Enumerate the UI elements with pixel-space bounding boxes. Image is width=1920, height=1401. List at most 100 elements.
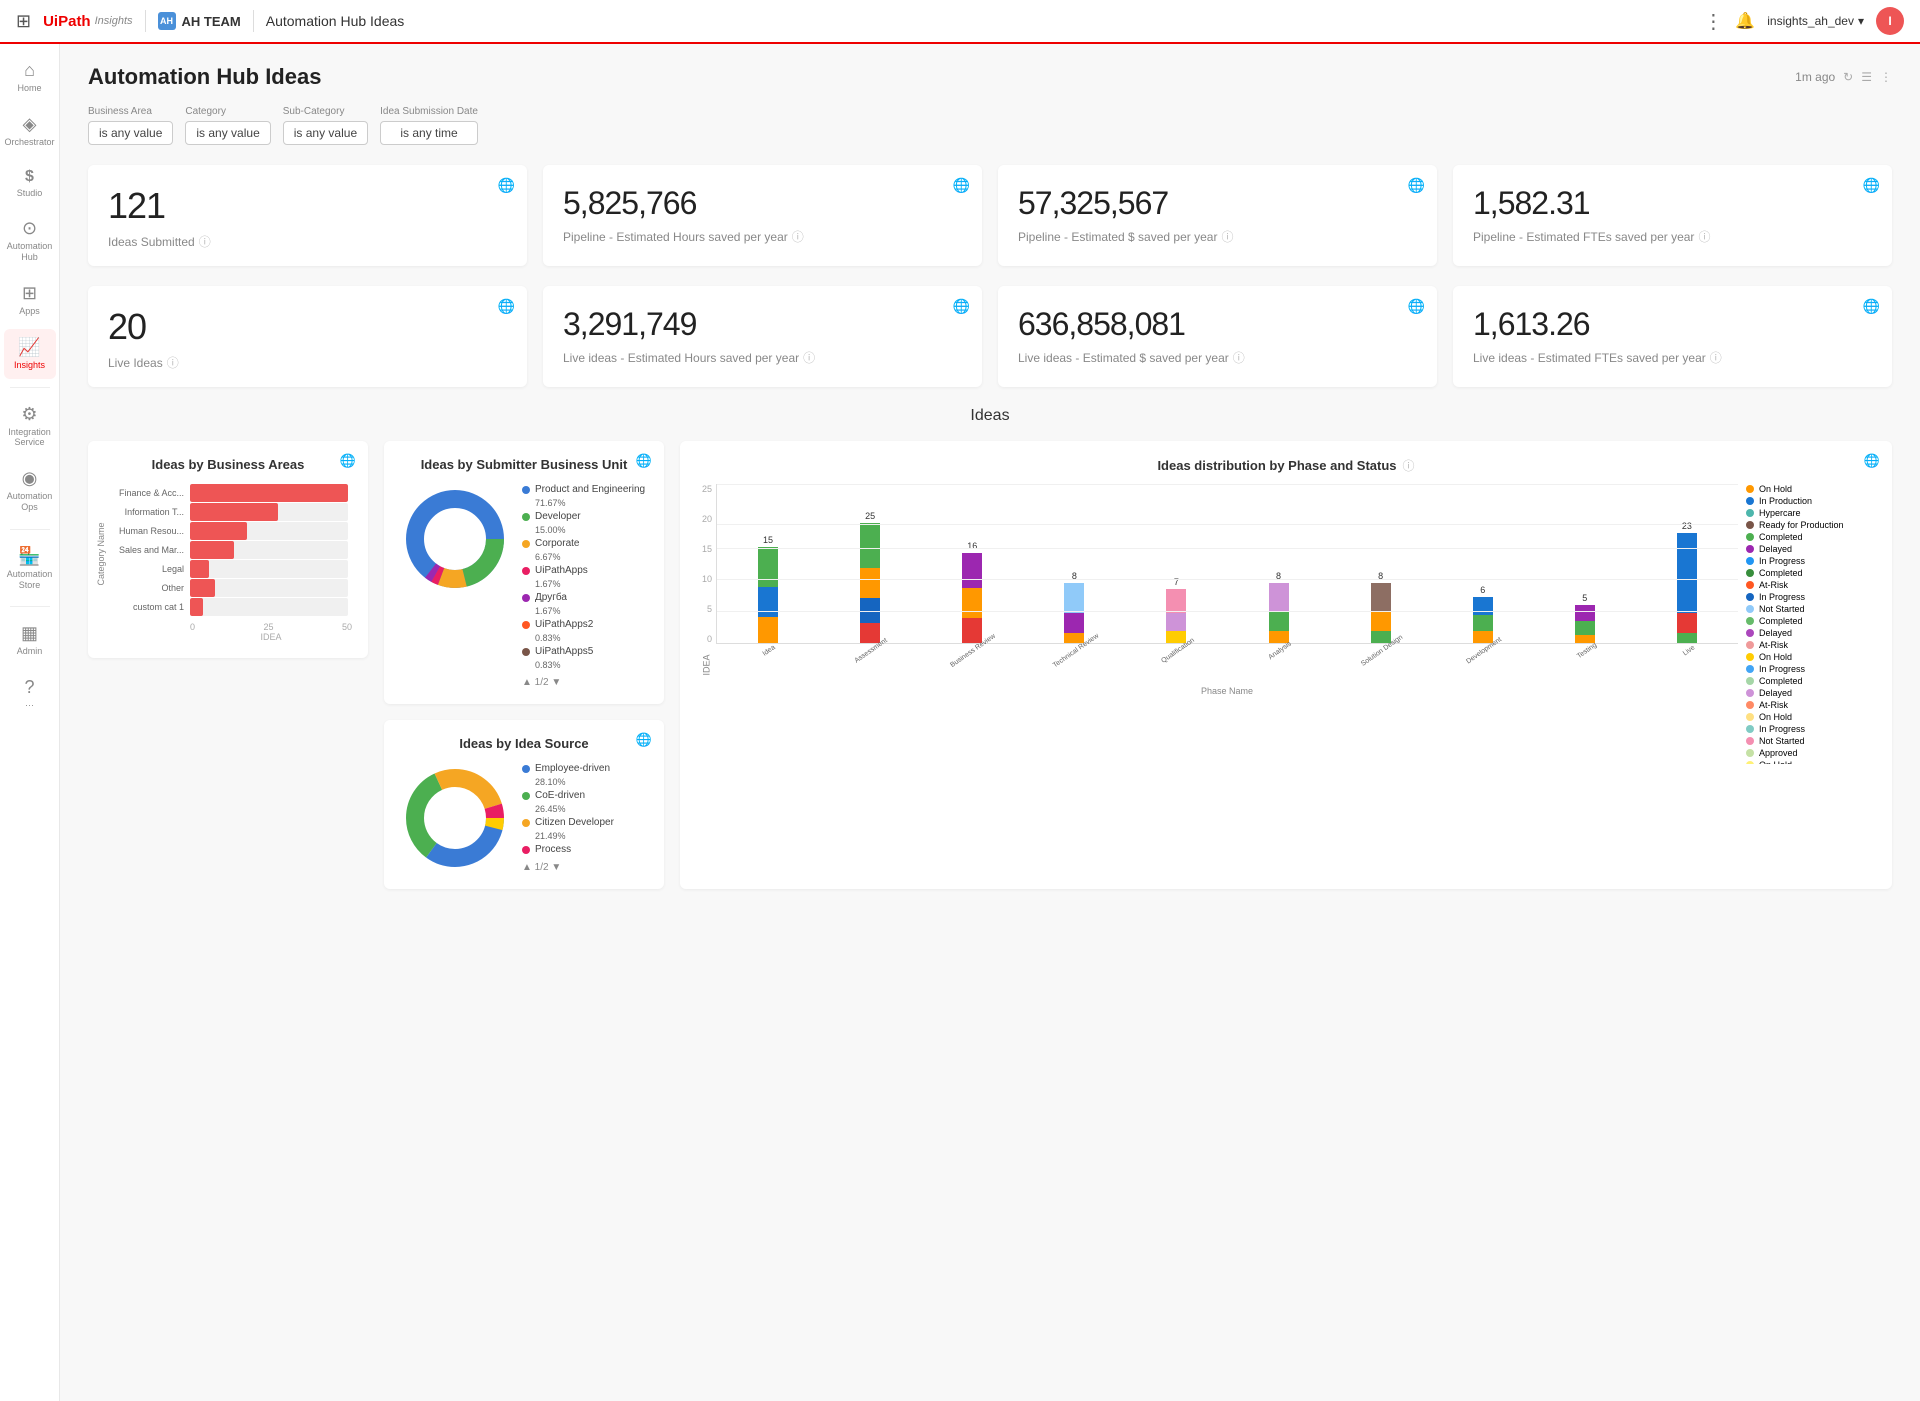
legend-label-completed-1: Completed — [1759, 532, 1803, 542]
sidebar-item-integration-service[interactable]: ⚙ Integration Service — [4, 396, 56, 457]
kpi-pipeline-ftes: 🌐 1,582.31 Pipeline - Estimated FTEs sav… — [1453, 165, 1892, 266]
last-updated: 1m ago — [1795, 70, 1835, 84]
y-20: 20 — [696, 514, 712, 524]
legend-label-at-risk-3: At-Risk — [1759, 700, 1788, 710]
submitter-pagination[interactable]: ▲ 1/2 ▼ — [522, 677, 645, 688]
bar-fill-legal — [190, 560, 209, 578]
legend-pct-uipathapps2: 0.83% — [522, 633, 645, 643]
phase-y-axis-label: IDEA — [702, 654, 712, 675]
topbar-chevron: ▾ — [1858, 14, 1864, 28]
bar-fill-it — [190, 503, 278, 521]
help-icon: ? — [24, 677, 34, 698]
kpi-info-icon-5[interactable]: ⓘ — [803, 349, 815, 366]
phase-assessment-bar-4 — [860, 623, 880, 643]
phase-solution-design: 8 — [1330, 484, 1432, 643]
kpi-info-icon-1[interactable]: ⓘ — [792, 228, 804, 245]
legend-dot-in-production — [1746, 497, 1754, 505]
topbar-divider2 — [253, 10, 254, 32]
filters-bar: Business Area is any value Category is a… — [88, 106, 1892, 145]
filter-category-button[interactable]: is any value — [185, 121, 270, 145]
sidebar-item-automation-store[interactable]: 🏪 Automation Store — [4, 538, 56, 599]
phase-tr-bars — [1064, 583, 1084, 643]
topbar-avatar[interactable]: I — [1876, 7, 1904, 35]
sidebar-item-home[interactable]: ⌂ Home — [4, 52, 56, 102]
kpi-info-icon-3[interactable]: ⓘ — [1698, 228, 1710, 245]
phase-idea-bars — [758, 547, 778, 643]
sidebar-item-admin[interactable]: ▦ Admin — [4, 615, 56, 665]
bar-fill-other — [190, 579, 215, 597]
topbar-more-icon[interactable]: ⋮ — [1703, 9, 1723, 34]
phase-br-bar-2 — [962, 588, 982, 618]
phase-live-bar-1 — [1677, 533, 1697, 613]
phase-analysis-bar-2 — [1269, 611, 1289, 631]
y-0: 0 — [696, 634, 712, 644]
phase-dev-bar-2 — [1473, 615, 1493, 631]
legend-label-in-progress-1: In Progress — [1759, 556, 1805, 566]
source-pagination[interactable]: ▲ 1/2 ▼ — [522, 862, 614, 873]
refresh-icon[interactable]: ↻ — [1843, 70, 1853, 84]
legend-dot-completed-4 — [1746, 677, 1754, 685]
legend-label-developer: Developer — [535, 511, 581, 522]
kpi-info-icon-6[interactable]: ⓘ — [1233, 349, 1245, 366]
topbar-user[interactable]: insights_ah_dev ▾ — [1767, 14, 1864, 28]
filter-sub-category-button[interactable]: is any value — [283, 121, 368, 145]
phase-y-axis: 25 20 15 10 5 0 — [696, 484, 716, 644]
legend-dot-completed-3 — [1746, 617, 1754, 625]
filter-category: Category is any value — [185, 106, 270, 145]
charts-row: Ideas by Business Areas 🌐 Finance & Acc.… — [88, 441, 1892, 889]
sidebar-label-automation-hub: Automation Hub — [7, 241, 53, 263]
kpi-info-icon-4[interactable]: ⓘ — [167, 354, 179, 371]
legend-dot-not-started-1 — [1746, 605, 1754, 613]
phase-legend-completed-4: Completed — [1746, 676, 1876, 686]
automation-ops-icon: ◉ — [22, 468, 38, 489]
topbar: ⊞ UiPath Insights AH AH TEAM Automation … — [0, 0, 1920, 44]
legend-uipathapps2: UiPathApps2 — [522, 619, 645, 630]
chart-business-areas-title: Ideas by Business Areas — [104, 457, 352, 472]
legend-pct-developer: 15.00% — [522, 525, 645, 535]
legend-dot-product-eng — [522, 486, 530, 494]
phase-test-bars — [1575, 605, 1595, 643]
legend-dot-citizen — [522, 819, 530, 827]
bar-row-sales: Sales and Mar... — [104, 541, 348, 559]
sidebar-item-insights[interactable]: 📈 Insights — [4, 329, 56, 379]
more-options-icon[interactable]: ⋮ — [1880, 70, 1892, 84]
topbar-logo: UiPath Insights — [43, 13, 132, 30]
kpi-info-icon-7[interactable]: ⓘ — [1710, 349, 1722, 366]
home-icon: ⌂ — [24, 60, 35, 81]
admin-icon: ▦ — [21, 623, 38, 644]
phase-business-review-bars — [962, 553, 982, 643]
bar-fill-hr — [190, 522, 247, 540]
phase-legend-approved: Approved — [1746, 748, 1876, 758]
phase-qualification: 7 — [1125, 484, 1227, 643]
chart-phase-info-icon[interactable]: ⓘ — [1403, 457, 1415, 474]
legend-label-on-hold-4: On Hold — [1759, 760, 1792, 764]
sidebar-item-automation-hub[interactable]: ⊙ Automation Hub — [4, 210, 56, 271]
topbar-bell-icon[interactable]: 🔔 — [1735, 11, 1755, 31]
sidebar-item-apps[interactable]: ⊞ Apps — [4, 275, 56, 325]
kpi-value-live-hours: 3,291,749 — [563, 306, 962, 343]
phase-legend-not-started-2: Not Started — [1746, 736, 1876, 746]
filter-sub-category-label: Sub-Category — [283, 106, 368, 117]
sidebar-item-orchestrator[interactable]: ◈ Orchestrator — [4, 106, 56, 156]
filter-business-area-button[interactable]: is any value — [88, 121, 173, 145]
sidebar-item-studio[interactable]: $ Studio — [4, 160, 56, 207]
kpi-live-hours: 🌐 3,291,749 Live ideas - Estimated Hours… — [543, 286, 982, 387]
phase-qual-bar-2 — [1166, 613, 1186, 631]
filter-icon[interactable]: ☰ — [1861, 70, 1872, 84]
team-name: AH TEAM — [182, 14, 241, 29]
legend-dot-in-progress-2 — [1746, 593, 1754, 601]
sidebar-item-help[interactable]: ? ··· — [4, 669, 56, 719]
bar-axis-idea-label: IDEA — [104, 632, 352, 642]
legend-label-on-hold: On Hold — [1759, 484, 1792, 494]
donut-source-legend: Employee-driven 28.10% CoE-driven 26.45%… — [522, 763, 614, 873]
sidebar-label-integration-service: Integration Service — [8, 427, 52, 449]
kpi-info-icon-2[interactable]: ⓘ — [1221, 228, 1233, 245]
grid-icon[interactable]: ⊞ — [16, 11, 31, 32]
phase-legend-at-risk-1: At-Risk — [1746, 580, 1876, 590]
topbar-team[interactable]: AH AH TEAM — [158, 12, 241, 30]
legend-pct-product-eng: 71.67% — [522, 498, 645, 508]
filter-submission-date-button[interactable]: is any time — [380, 121, 478, 145]
chart-submitter-title: Ideas by Submitter Business Unit — [400, 457, 648, 472]
sidebar-item-automation-ops[interactable]: ◉ Automation Ops — [4, 460, 56, 521]
kpi-info-icon-0[interactable]: ⓘ — [199, 233, 211, 250]
